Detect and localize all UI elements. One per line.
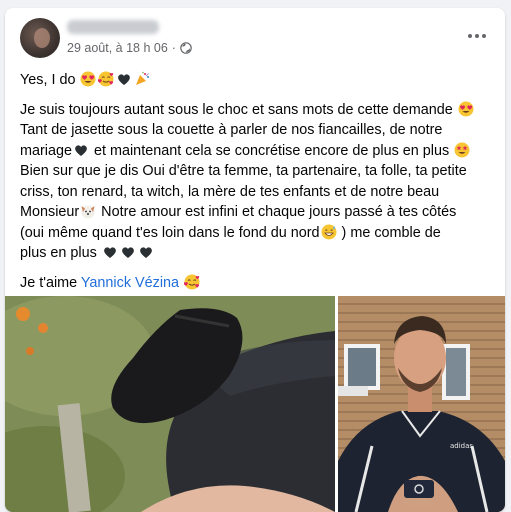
heart-eyes-emoji-icon: [80, 71, 96, 87]
post-text-line: Tant de jasette sous la couette à parler…: [20, 120, 495, 141]
photo-leg-boot[interactable]: [5, 296, 335, 512]
more-options-icon[interactable]: [465, 26, 489, 46]
post-text-fragment: ) me comble de: [337, 224, 441, 241]
star-struck-emoji-icon: [454, 142, 470, 157]
post-text-fragment: Bien sur que je dis Oui d'être ta femme,…: [20, 163, 467, 179]
post-text-fragment: mariage: [20, 142, 72, 159]
author-name-blurred[interactable]: [67, 20, 159, 34]
post-text-fragment: Notre amour est infini et chaque jours p…: [97, 204, 457, 220]
dog-face-emoji-icon: [81, 205, 95, 219]
post-text-fragment: Je suis toujours autant sous le choc et …: [20, 101, 453, 118]
post-text-line: Je suis toujours autant sous le choc et …: [20, 100, 495, 121]
post-timestamp[interactable]: 29 août, à 18 h 06: [67, 41, 168, 55]
post-text-line: criss, ton renard, ta witch, la mère de …: [20, 182, 495, 203]
meta-separator: ·: [171, 41, 176, 55]
post-text-fragment: (oui même quand t'es loin dans le fond d…: [20, 224, 320, 241]
post-text-line: plus en plus: [20, 243, 495, 264]
post-photos: adidas: [5, 296, 505, 512]
post-text-fragment: Yes, I do: [20, 72, 76, 88]
black-heart-emoji-icon: [139, 247, 152, 258]
post-text-fragment: plus en plus: [20, 245, 97, 261]
post-text-line: mariage et maintenant cela se concrétise…: [20, 141, 495, 162]
black-heart-emoji-icon: [118, 74, 131, 85]
smiling-hearts-emoji-icon: [184, 274, 200, 289]
black-heart-emoji-icon: [75, 144, 87, 156]
post-text-line: Je t'aime Yannick Vézina: [20, 273, 495, 294]
post-text-line: Bien sur que je dis Oui d'être ta femme,…: [20, 161, 495, 182]
post-text-fragment: Je t'aime: [20, 274, 78, 291]
post-text-line: Yes, I do: [20, 70, 495, 91]
post-header: 29 août, à 18 h 06 ·: [5, 8, 505, 66]
svg-text:adidas: adidas: [450, 442, 473, 450]
post-text-line: (oui même quand t'es loin dans le fond d…: [20, 223, 495, 244]
black-heart-emoji-icon: [121, 247, 134, 258]
post-text-fragment: et maintenant cela se concrétise encore …: [90, 142, 450, 159]
heart-eyes-emoji-icon: [458, 101, 474, 116]
post-text-fragment: criss, ton renard, ta witch, la mère de …: [20, 183, 440, 200]
photo-man-ring[interactable]: adidas: [338, 296, 505, 512]
post-text-fragment: Monsieur: [20, 204, 80, 220]
author-avatar[interactable]: [20, 18, 60, 58]
post-meta: 29 août, à 18 h 06 ·: [67, 41, 192, 55]
mention-link[interactable]: Yannick Vézina: [81, 275, 179, 291]
globe-icon: [180, 42, 192, 54]
black-heart-emoji-icon: [103, 247, 116, 258]
grinning-sweat-emoji-icon: [321, 224, 337, 239]
post-text-fragment: Tant de jasette sous la couette à parler…: [20, 122, 443, 138]
party-popper-emoji-icon: [136, 71, 150, 85]
post-text-line: Monsieur Notre amour est infini et chaqu…: [20, 202, 495, 223]
smiling-hearts-emoji-icon: [98, 71, 114, 87]
post-text: Yes, I do Je suis toujours autant sous l…: [20, 70, 495, 293]
post-card: 29 août, à 18 h 06 · Yes, I do Je suis t…: [5, 8, 505, 512]
